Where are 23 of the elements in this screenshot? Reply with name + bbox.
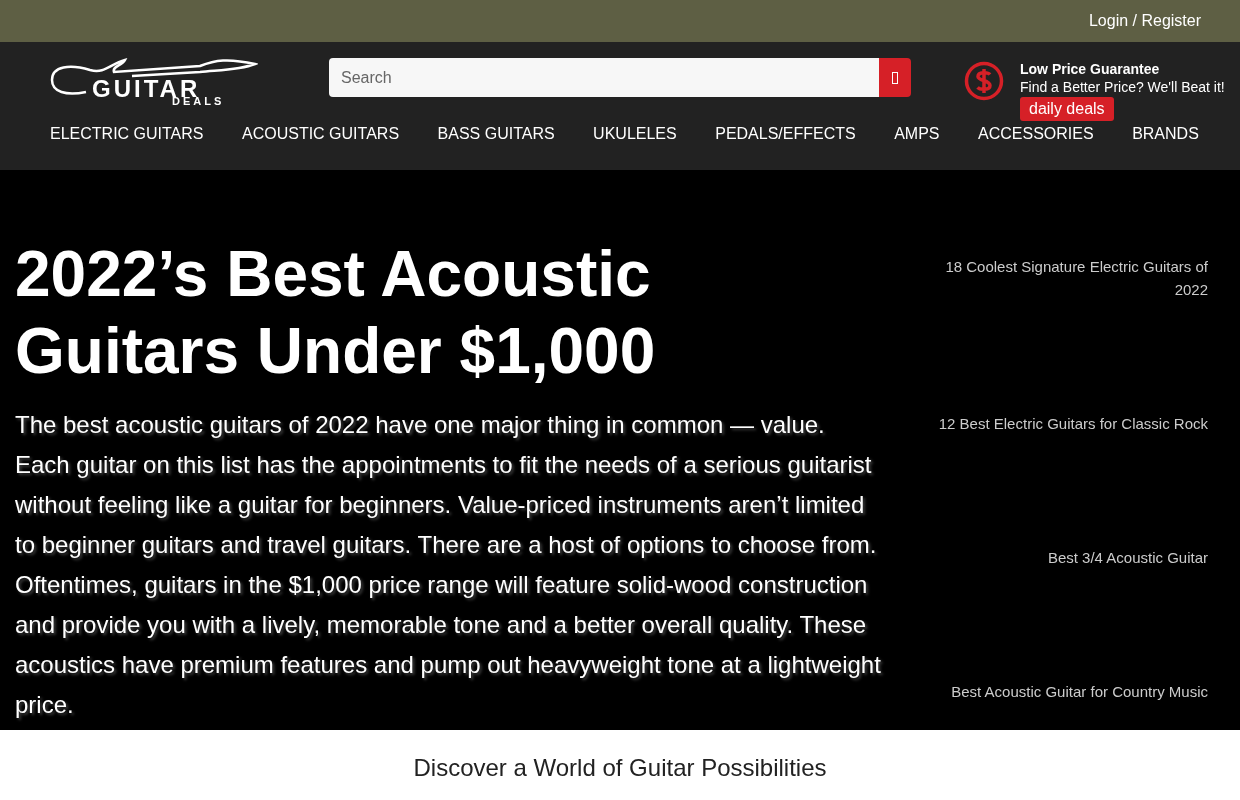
search-field[interactable]: Search (329, 58, 879, 97)
nav-link[interactable]: ELECTRIC GUITARS (50, 124, 204, 144)
nav-link[interactable]: UKULELES (593, 124, 677, 144)
guarantee-title: Low Price Guarantee (1020, 60, 1160, 78)
article-title: 2022’s Best Acoustic Guitars Under $1,000 (15, 237, 657, 389)
missing-glyph-icon (892, 71, 898, 84)
related-article-link[interactable]: Best 3/4 Acoustic Guitar (1047, 546, 1208, 569)
nav-link[interactable]: BASS GUITARS (437, 124, 555, 144)
guarantee-subtitle: Find a Better Price? We'll Beat it! (1020, 78, 1225, 96)
daily-deals-link[interactable]: daily deals (1020, 97, 1114, 121)
login-link[interactable]: Login / Register (1088, 12, 1201, 30)
nav-link[interactable]: PEDALS/EFFECTS (715, 124, 856, 144)
nav-link[interactable]: ACOUSTIC GUITARS (242, 124, 400, 144)
nav-link[interactable]: AMPS (894, 124, 940, 144)
related-article-link[interactable]: Best Acoustic Guitar for Country Music (951, 680, 1208, 703)
nav-link[interactable]: ACCESSORIES (978, 124, 1094, 144)
related-article-link[interactable]: 12 Best Electric Guitars for Classic Rock (938, 412, 1208, 435)
dollar-icon (964, 61, 1004, 101)
related-article-link[interactable]: 18 Coolest Signature Electric Guitars of 2022 (938, 255, 1208, 301)
banner-text: Discover a World of Guitar Possibilities (413, 754, 827, 783)
search-button[interactable] (879, 58, 911, 97)
nav-link[interactable]: BRANDS (1132, 124, 1199, 144)
article-intro: The best acoustic guitars of 2022 have one major thing in common — value. Each guitar on this list has the appointments to fit the needs of a serious guitarist without feeling like a guitar for beginners. Value-priced instruments aren’t limited to beginner guitars and travel guitars. There are a host of options to choose from. Oftentimes, guitars in the $1,000 price range will feature solid-wood construction and provide you with a lively, memorable tone and a better overall quality. These acoustics have premium features and pump out heavyweight tone at a lightweight price. (15, 410, 882, 720)
